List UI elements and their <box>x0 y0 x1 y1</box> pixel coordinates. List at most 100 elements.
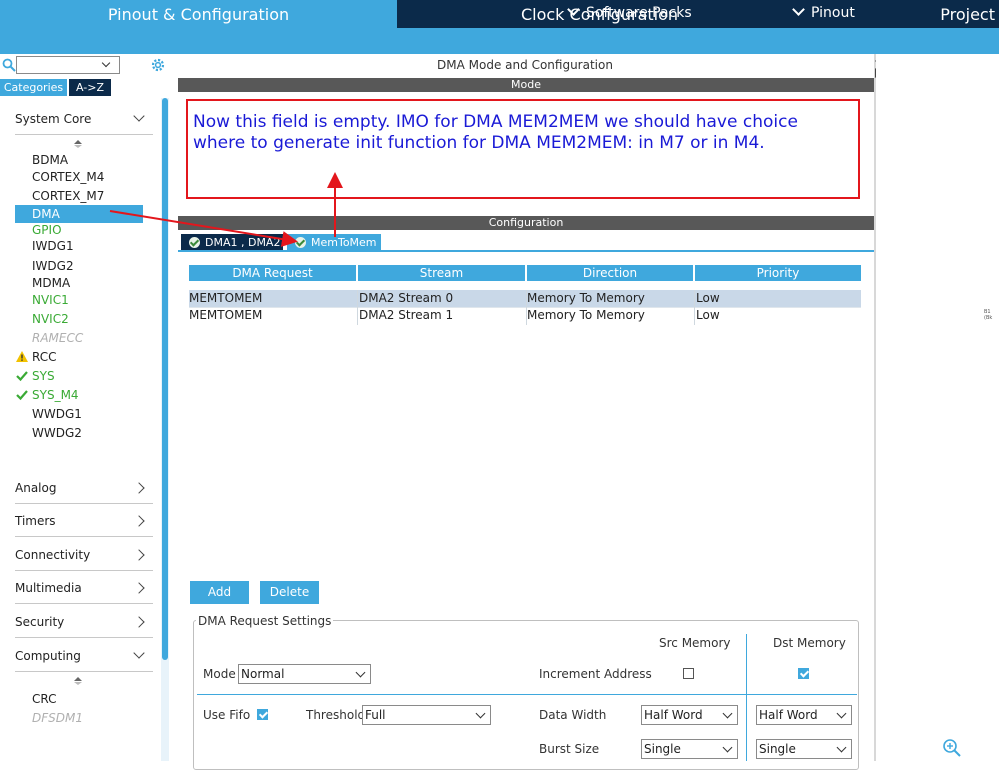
mode-value: Normal <box>241 667 285 681</box>
category-connectivity[interactable]: Connectivity <box>15 540 153 571</box>
mode-section-header: Mode <box>178 78 874 92</box>
column-divider <box>357 290 358 325</box>
peripheral-cortex-m4[interactable]: CORTEX_M4 <box>32 168 104 186</box>
chevron-down-icon <box>133 110 145 122</box>
column-header-direction[interactable]: Direction <box>527 265 693 281</box>
pinout-menu[interactable]: Pinout <box>792 0 855 26</box>
use-fifo-label: Use Fifo <box>203 708 251 722</box>
category-system-core[interactable]: System Core <box>15 104 153 135</box>
cell-dma-request: MEMTOMEM <box>189 308 263 322</box>
peripheral-bdma[interactable]: BDMA <box>32 151 68 169</box>
peripheral-crc[interactable]: CRC <box>32 690 57 708</box>
peripheral-sys[interactable]: SYS <box>32 367 55 385</box>
tab-pinout-configuration[interactable]: Pinout & Configuration <box>0 0 397 28</box>
cell-stream: DMA2 Stream 1 <box>359 308 454 322</box>
chevron-down-icon <box>133 647 145 659</box>
category-multimedia[interactable]: Multimedia <box>15 573 153 604</box>
column-header-dma-request[interactable]: DMA Request <box>189 265 356 281</box>
chevron-down-icon <box>722 742 733 753</box>
peripheral-wwdg1[interactable]: WWDG1 <box>32 405 82 423</box>
dst-burst-value: Single <box>759 742 796 756</box>
peripheral-nvic1[interactable]: NVIC1 <box>32 291 69 309</box>
chevron-down-icon <box>475 708 486 719</box>
chevron-right-icon <box>133 515 145 527</box>
subtab-underline <box>178 250 874 252</box>
column-divider <box>694 290 695 325</box>
pinout-view <box>876 54 999 761</box>
data-width-label: Data Width <box>539 708 607 722</box>
category-timers[interactable]: Timers <box>15 506 153 537</box>
peripheral-ramecc[interactable]: RAMECC <box>32 329 83 347</box>
column-header-stream[interactable]: Stream <box>358 265 525 281</box>
software-packs-menu[interactable]: Software Packs <box>567 0 692 26</box>
table-row[interactable] <box>189 307 861 325</box>
burst-size-label: Burst Size <box>539 742 600 756</box>
chevron-right-icon <box>133 549 145 561</box>
sidebar-scrollbar-thumb[interactable] <box>162 98 168 660</box>
mode-select[interactable]: Normal <box>238 664 371 684</box>
a-z-button[interactable]: A->Z <box>69 79 111 96</box>
peripheral-rcc[interactable]: RCC <box>32 348 57 366</box>
src-width-value: Half Word <box>644 708 703 722</box>
peripheral-cortex-m7[interactable]: CORTEX_M7 <box>32 187 104 205</box>
zoom-in-icon[interactable] <box>942 738 962 758</box>
src-data-width-select[interactable]: Half Word <box>641 705 738 725</box>
cell-direction: Memory To Memory <box>527 308 645 322</box>
chevron-down-icon <box>722 708 733 719</box>
peripheral-sys-m4[interactable]: SYS_M4 <box>32 386 79 404</box>
subtab-dma1-dma2[interactable]: DMA1 , DMA2 <box>181 234 283 251</box>
chevron-right-icon <box>133 616 145 628</box>
dst-increment-checkbox[interactable] <box>798 668 809 679</box>
dst-data-width-select[interactable]: Half Word <box>756 705 852 725</box>
src-burst-size-select[interactable]: Single <box>641 739 738 759</box>
peripheral-nvic2[interactable]: NVIC2 <box>32 310 69 328</box>
pin-label: B1 (Bk <box>984 309 993 321</box>
gear-icon[interactable] <box>150 57 166 73</box>
peripheral-wwdg2[interactable]: WWDG2 <box>32 424 82 442</box>
subtab-label: DMA1 , DMA2 <box>205 236 281 249</box>
sort-icon[interactable] <box>74 677 82 685</box>
sub-menu-bar <box>0 28 999 54</box>
dst-burst-size-select[interactable]: Single <box>756 739 852 759</box>
search-icon[interactable] <box>2 58 16 72</box>
dst-memory-label: Dst Memory <box>773 636 846 650</box>
column-header-priority[interactable]: Priority <box>695 265 861 281</box>
peripheral-iwdg2[interactable]: IWDG2 <box>32 257 74 275</box>
threshold-select[interactable]: Full <box>362 705 491 725</box>
table-row[interactable] <box>189 290 861 307</box>
search-input[interactable] <box>16 56 120 74</box>
chevron-right-icon <box>133 482 145 494</box>
chevron-down-icon <box>836 742 847 753</box>
chevron-right-icon <box>133 582 145 594</box>
category-analog[interactable]: Analog <box>15 473 153 504</box>
category-label: Analog <box>15 481 57 495</box>
sort-icon[interactable] <box>74 140 82 148</box>
peripheral-dfsdm1[interactable]: DFSDM1 <box>32 709 83 727</box>
cell-priority: Low <box>696 291 720 305</box>
annotation-text: Now this field is empty. IMO for DMA MEM… <box>193 112 798 153</box>
settings-divider <box>197 694 857 695</box>
category-label: Computing <box>15 649 81 663</box>
use-fifo-checkbox[interactable] <box>257 709 268 720</box>
peripheral-iwdg1[interactable]: IWDG1 <box>32 237 74 255</box>
peripheral-mdma[interactable]: MDMA <box>32 274 70 292</box>
check-icon <box>16 390 28 401</box>
chevron-down-icon <box>792 3 805 16</box>
cell-dma-request: MEMTOMEM <box>189 291 263 305</box>
check-circle-icon <box>295 237 306 248</box>
cell-stream: DMA2 Stream 0 <box>359 291 454 305</box>
delete-button[interactable]: Delete <box>260 581 319 604</box>
mode-label: Mode <box>203 667 236 681</box>
threshold-value: Full <box>365 708 386 722</box>
categories-button[interactable]: Categories <box>0 79 67 96</box>
subtab-memtomem[interactable]: MemToMem <box>287 234 381 251</box>
category-security[interactable]: Security <box>15 607 153 638</box>
dst-width-value: Half Word <box>759 708 818 722</box>
software-packs-label: Software Packs <box>586 5 692 21</box>
settings-legend: DMA Request Settings <box>196 614 334 628</box>
category-label: Connectivity <box>15 548 91 562</box>
add-button[interactable]: Add <box>190 581 249 604</box>
category-label: Security <box>15 615 65 629</box>
category-computing[interactable]: Computing <box>15 641 153 672</box>
src-increment-checkbox[interactable] <box>683 668 694 679</box>
